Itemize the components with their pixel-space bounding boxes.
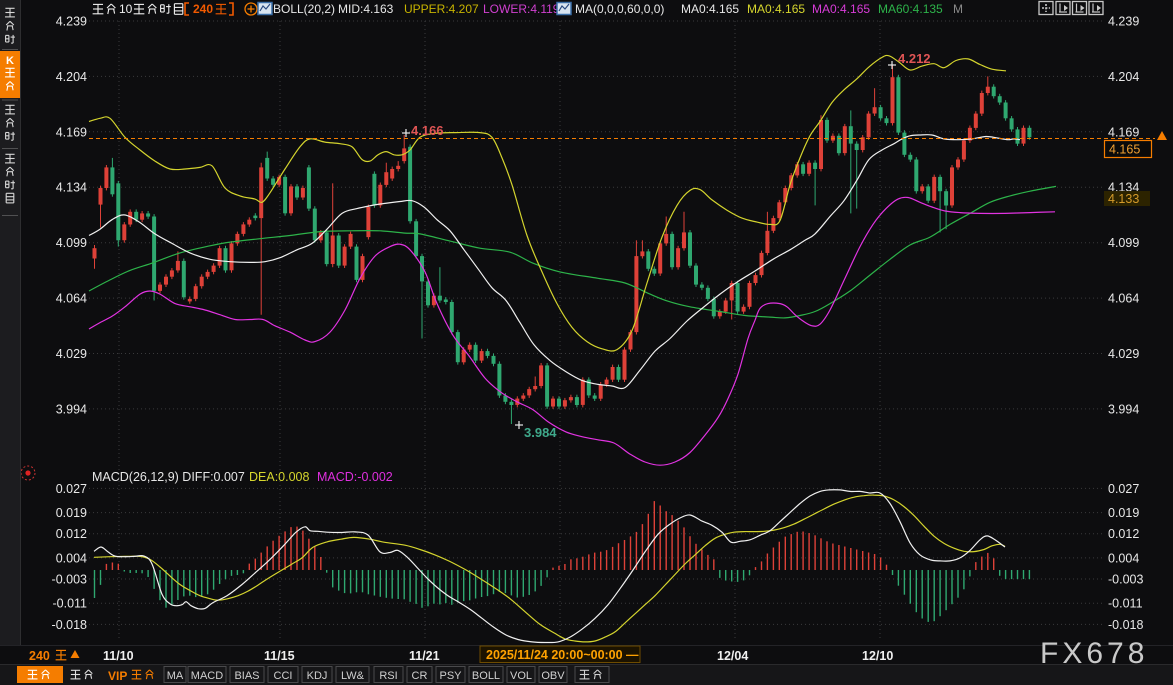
svg-text:-0.018: -0.018 [52,618,87,632]
svg-text:LW&: LW& [341,670,365,682]
svg-text:4.204: 4.204 [1108,70,1139,84]
svg-text:11/15: 11/15 [264,649,295,663]
svg-text:0.012: 0.012 [56,527,87,541]
svg-text:4.169: 4.169 [1108,125,1139,139]
svg-text:4.029: 4.029 [1108,347,1139,361]
svg-text:LOWER:4.119: LOWER:4.119 [483,2,560,16]
svg-text:PSY: PSY [439,670,462,682]
svg-text:4.165: 4.165 [1109,143,1140,157]
svg-text:MA0:4.165: MA0:4.165 [681,2,739,16]
svg-text:4.064: 4.064 [56,292,87,306]
svg-text:-0.011: -0.011 [52,597,87,611]
svg-text:MACD:-0.002: MACD:-0.002 [317,470,393,484]
svg-text:4.099: 4.099 [1108,236,1139,250]
svg-text:3.994: 3.994 [56,402,87,416]
svg-text:BOLL: BOLL [472,670,500,682]
svg-text:11/21: 11/21 [409,649,440,663]
svg-text:MA: MA [167,670,184,682]
svg-text:MA0:4.165: MA0:4.165 [812,2,870,16]
svg-text:VOL: VOL [510,670,532,682]
svg-text:0.019: 0.019 [1108,506,1139,520]
svg-text:-0.003: -0.003 [52,573,87,587]
svg-text:0.027: 0.027 [56,482,87,496]
svg-text:MID:4.163: MID:4.163 [338,2,394,16]
svg-text:12/10: 12/10 [862,649,893,663]
svg-text:0.019: 0.019 [56,506,87,520]
svg-text:240: 240 [29,649,50,663]
svg-text:M: M [953,2,963,16]
svg-text:0.004: 0.004 [1108,551,1139,565]
svg-text:4.204: 4.204 [56,70,87,84]
svg-text:3.984: 3.984 [524,425,557,440]
svg-text:K: K [6,55,14,67]
svg-text:0.012: 0.012 [1108,527,1139,541]
svg-text:4.134: 4.134 [56,181,87,195]
svg-text:MA60:4.135: MA60:4.135 [878,2,943,16]
svg-text:4.133: 4.133 [1108,192,1139,206]
svg-text:4.212: 4.212 [898,51,931,66]
svg-text:4.064: 4.064 [1108,292,1139,306]
svg-text:0.004: 0.004 [56,551,87,565]
svg-text:4.239: 4.239 [56,15,87,29]
svg-text:4.239: 4.239 [1108,15,1139,29]
svg-text:DEA:0.008: DEA:0.008 [249,470,310,484]
svg-text:-0.018: -0.018 [1108,618,1143,632]
svg-text:4.169: 4.169 [56,125,87,139]
svg-text:MA0:4.165: MA0:4.165 [747,2,805,16]
svg-text:4.029: 4.029 [56,347,87,361]
svg-text:CR: CR [412,670,428,682]
svg-text:UPPER:4.207: UPPER:4.207 [404,2,479,16]
svg-text:VIP: VIP [108,669,127,683]
svg-text:11/10: 11/10 [103,649,134,663]
svg-text:BIAS: BIAS [234,670,259,682]
svg-text:-0.003: -0.003 [1108,573,1143,587]
svg-text:10: 10 [119,2,133,16]
svg-text:12/04: 12/04 [717,649,748,663]
svg-text:MA(0,0,0,60,0,0): MA(0,0,0,60,0,0) [575,2,664,16]
svg-text:OBV: OBV [541,670,565,682]
svg-text:0.027: 0.027 [1108,482,1139,496]
svg-text:RSI: RSI [379,670,397,682]
svg-text:KDJ: KDJ [307,670,328,682]
svg-text:CCI: CCI [274,670,293,682]
svg-text:4.166: 4.166 [411,123,444,138]
svg-text:240: 240 [193,2,213,16]
svg-text:MACD: MACD [191,670,223,682]
svg-text:4.099: 4.099 [56,236,87,250]
svg-text:3.994: 3.994 [1108,402,1139,416]
svg-text:MACD(26,12,9) DIFF:0.007: MACD(26,12,9) DIFF:0.007 [92,470,245,484]
svg-text:-0.011: -0.011 [1108,597,1143,611]
svg-text:BOLL(20,2): BOLL(20,2) [273,2,335,16]
svg-text:2025/11/24 20:00~00:00 —: 2025/11/24 20:00~00:00 — [486,648,639,662]
